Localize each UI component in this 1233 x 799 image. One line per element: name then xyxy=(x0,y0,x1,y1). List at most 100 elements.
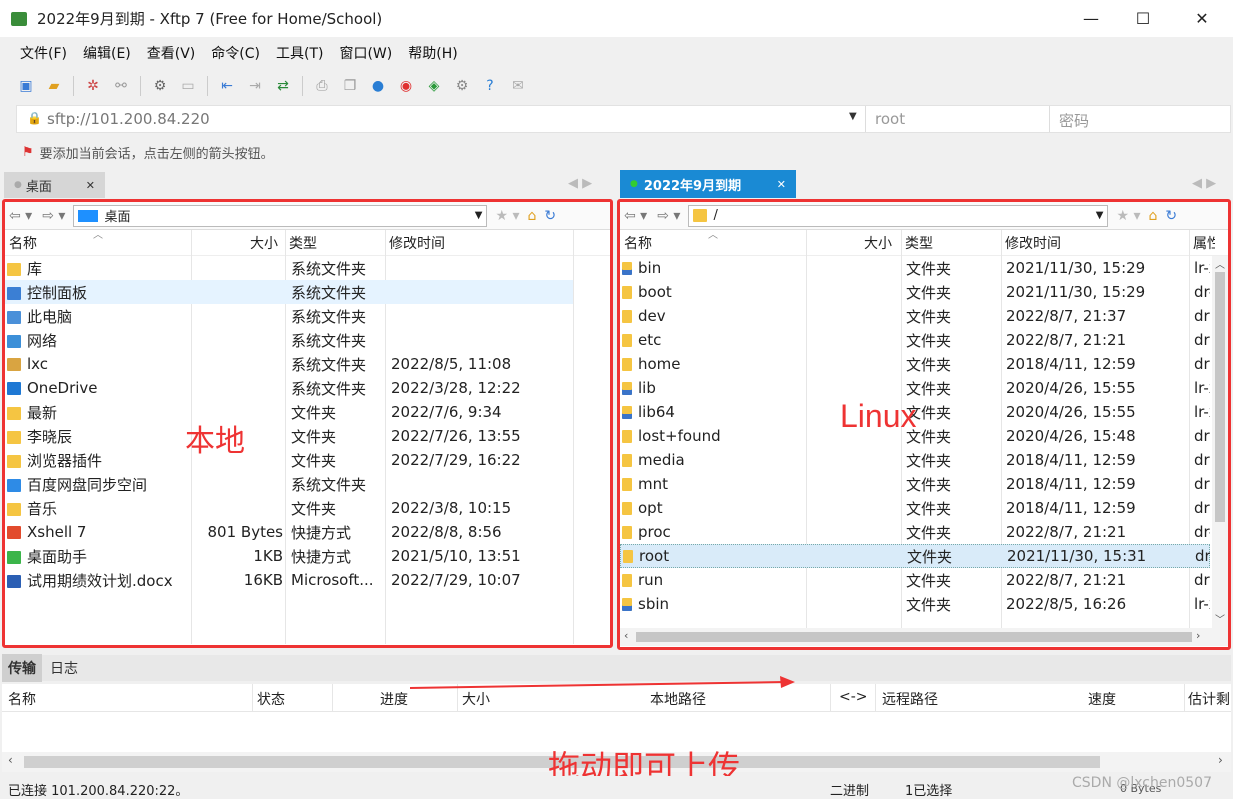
col-status[interactable]: 状态 xyxy=(257,689,285,709)
col-type[interactable]: 类型 xyxy=(905,233,933,253)
list-item[interactable]: OneDrive 系统文件夹 2022/3/28, 12:22 xyxy=(5,376,573,400)
new-session-icon[interactable]: ▣ xyxy=(14,74,38,98)
minimize-button[interactable]: — xyxy=(1065,0,1117,37)
chat-icon[interactable]: ✉ xyxy=(506,74,530,98)
forward-icon[interactable]: ⇨ ▾ xyxy=(657,208,680,224)
close-button[interactable]: ✕ xyxy=(1176,0,1228,37)
refresh-icon[interactable]: ↻ xyxy=(544,208,556,224)
vertical-scrollbar[interactable]: ︿ ﹀ xyxy=(1212,256,1228,628)
forward-icon[interactable]: ⇨ ▾ xyxy=(42,208,65,224)
tab-local-desktop[interactable]: ● 桌面 ✕ xyxy=(4,172,105,198)
list-item[interactable]: 最新 文件夹 2022/7/6, 9:34 xyxy=(5,400,573,424)
scroll-left-icon[interactable]: ‹ xyxy=(8,753,13,767)
help-icon[interactable]: ? xyxy=(478,74,502,98)
maximize-button[interactable]: ☐ xyxy=(1117,0,1169,37)
disconnect-icon[interactable]: ✲ xyxy=(81,74,105,98)
tab-close-icon[interactable]: ✕ xyxy=(86,179,95,192)
list-item[interactable]: lxc 系统文件夹 2022/8/5, 11:08 xyxy=(5,352,573,376)
favorites-icon[interactable]: ★ ▾ xyxy=(495,208,519,224)
sync-icon[interactable]: ⇄ xyxy=(271,74,295,98)
list-item[interactable]: mnt 文件夹 2018/4/11, 12:59 drw xyxy=(620,472,1210,496)
scroll-right-icon[interactable]: › xyxy=(1196,629,1200,642)
scrollbar-thumb[interactable] xyxy=(1215,272,1225,522)
menu-help[interactable]: 帮助(H) xyxy=(400,40,465,66)
chevron-down-icon[interactable]: ▼ xyxy=(1096,210,1104,221)
bookmark-arrow-icon[interactable]: ⚑ xyxy=(22,145,34,160)
list-item[interactable]: home 文件夹 2018/4/11, 12:59 drw xyxy=(620,352,1210,376)
local-path-field[interactable]: 桌面 ▼ xyxy=(73,204,488,227)
download-icon[interactable]: ⇥ xyxy=(243,74,267,98)
col-name[interactable]: 名称 xyxy=(624,233,652,253)
xftp-icon[interactable]: ◈ xyxy=(422,74,446,98)
open-folder-icon[interactable]: ▰ xyxy=(42,74,66,98)
scroll-left-icon[interactable]: ‹ xyxy=(624,629,628,642)
menu-edit[interactable]: 编辑(E) xyxy=(75,40,139,66)
copy-icon[interactable]: ❐ xyxy=(338,74,362,98)
list-item[interactable]: dev 文件夹 2022/8/7, 21:37 drw xyxy=(620,304,1210,328)
list-item[interactable]: lib 文件夹 2020/4/26, 15:55 lr-x xyxy=(620,376,1210,400)
tab-remote-session[interactable]: ● 2022年9月到期 ✕ xyxy=(620,170,796,198)
tab-scroll-right-icon[interactable]: ◀ ▶ xyxy=(1192,176,1216,191)
username-input[interactable]: root xyxy=(875,110,905,128)
list-item[interactable]: sbin 文件夹 2022/8/5, 16:26 lr-x xyxy=(620,592,1210,616)
menu-tools[interactable]: 工具(T) xyxy=(268,40,331,66)
xshell-icon[interactable]: ◉ xyxy=(394,74,418,98)
list-item[interactable]: root 文件夹 2021/11/30, 15:31 dr-x xyxy=(620,544,1210,568)
list-item[interactable]: 试用期绩效计划.docx 16KB Microsoft... 2022/7/29, 1… xyxy=(5,568,573,592)
list-item[interactable]: bin 文件夹 2021/11/30, 15:29 lr-x xyxy=(620,256,1210,280)
scrollbar-thumb[interactable] xyxy=(636,632,1192,642)
globe-icon[interactable]: ● xyxy=(366,74,390,98)
list-item[interactable]: 音乐 文件夹 2022/3/8, 10:15 xyxy=(5,496,573,520)
favorites-icon[interactable]: ★ ▾ xyxy=(1116,208,1140,224)
col-direction[interactable]: <-> xyxy=(839,689,868,705)
col-mtime[interactable]: 修改时间 xyxy=(1005,233,1061,253)
col-size[interactable]: 大小 xyxy=(864,233,892,253)
home-icon[interactable]: ⌂ xyxy=(1148,208,1157,224)
scroll-right-icon[interactable]: › xyxy=(1218,753,1223,767)
list-item[interactable]: 库 系统文件夹 xyxy=(5,256,573,280)
list-item[interactable]: Xshell 7 801 Bytes 快捷方式 2022/8/8, 8:56 xyxy=(5,520,573,544)
print-icon[interactable]: ⎙ xyxy=(310,74,334,98)
list-item[interactable]: 桌面助手 1KB 快捷方式 2021/5/10, 13:51 xyxy=(5,544,573,568)
col-mtime[interactable]: 修改时间 xyxy=(389,233,445,253)
password-input[interactable]: 密码 xyxy=(1059,110,1089,131)
home-icon[interactable]: ⌂ xyxy=(527,208,536,224)
list-item[interactable]: proc 文件夹 2022/8/7, 21:21 dr-x xyxy=(620,520,1210,544)
col-name[interactable]: 名称 xyxy=(8,689,36,709)
list-item[interactable]: 百度网盘同步空间 系统文件夹 xyxy=(5,472,573,496)
col-name[interactable]: 名称 xyxy=(9,233,37,253)
back-icon[interactable]: ⇦ ▾ xyxy=(9,208,32,224)
horizontal-scrollbar[interactable]: ‹ › xyxy=(620,628,1228,646)
menu-window[interactable]: 窗口(W) xyxy=(331,40,400,66)
refresh-icon[interactable]: ↻ xyxy=(1165,208,1177,224)
menu-file[interactable]: 文件(F) xyxy=(12,40,75,66)
menu-view[interactable]: 查看(V) xyxy=(139,40,204,66)
chevron-down-icon[interactable]: ▼ xyxy=(475,210,483,221)
view-icon[interactable]: ▭ xyxy=(176,74,200,98)
list-item[interactable]: 网络 系统文件夹 xyxy=(5,328,573,352)
scroll-down-icon[interactable]: ﹀ xyxy=(1215,611,1225,626)
list-item[interactable]: etc 文件夹 2022/8/7, 21:21 drw xyxy=(620,328,1210,352)
tab-close-icon[interactable]: ✕ xyxy=(777,178,786,191)
chevron-down-icon[interactable]: ▼ xyxy=(849,111,857,122)
tab-transfer[interactable]: 传输 xyxy=(2,654,42,682)
tab-log[interactable]: 日志 xyxy=(42,654,86,682)
col-attr[interactable]: 属性 xyxy=(1193,233,1215,253)
list-item[interactable]: 此电脑 系统文件夹 xyxy=(5,304,573,328)
col-remote-path[interactable]: 远程路径 xyxy=(882,689,938,709)
remote-path-field[interactable]: / ▼ xyxy=(688,204,1109,227)
tab-scroll-left-icon[interactable]: ◀ ▶ xyxy=(568,176,592,191)
col-eta[interactable]: 估计剩 xyxy=(1188,689,1231,709)
list-item[interactable]: opt 文件夹 2018/4/11, 12:59 drw xyxy=(620,496,1210,520)
properties-icon[interactable]: ⚙ xyxy=(148,74,172,98)
list-item[interactable]: media 文件夹 2018/4/11, 12:59 drw xyxy=(620,448,1210,472)
list-item[interactable]: boot 文件夹 2021/11/30, 15:29 dr-x xyxy=(620,280,1210,304)
col-type[interactable]: 类型 xyxy=(289,233,317,253)
col-speed[interactable]: 速度 xyxy=(1088,689,1116,709)
menu-command[interactable]: 命令(C) xyxy=(203,40,268,66)
list-item[interactable]: 李晓辰 文件夹 2022/7/26, 13:55 xyxy=(5,424,573,448)
col-size[interactable]: 大小 xyxy=(250,233,278,253)
back-icon[interactable]: ⇦ ▾ xyxy=(624,208,647,224)
reconnect-icon[interactable]: ⚯ xyxy=(109,74,133,98)
list-item[interactable]: run 文件夹 2022/8/7, 21:21 drw xyxy=(620,568,1210,592)
